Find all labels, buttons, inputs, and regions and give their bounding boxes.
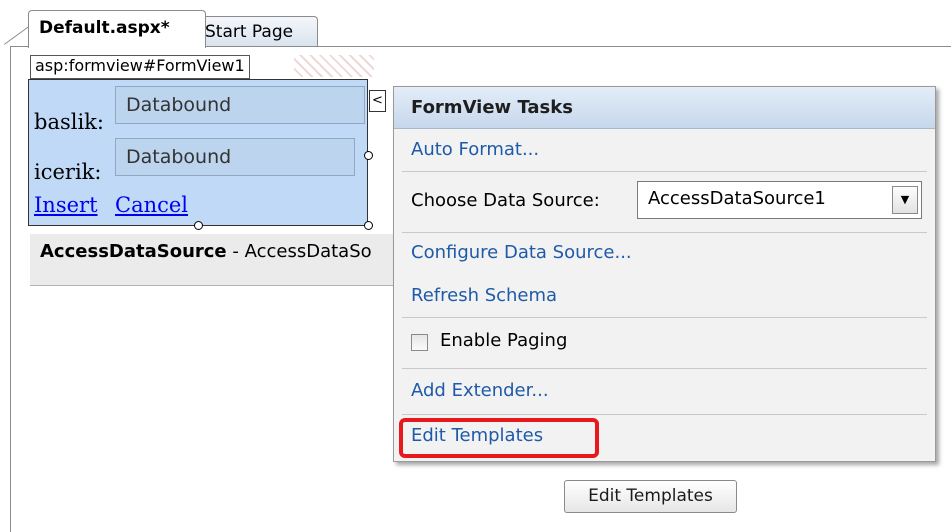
tab-default-aspx[interactable]: Default.aspx* [28,10,206,48]
databound-field-icerik: Databound [115,138,355,176]
task-separator [402,317,927,318]
tasks-panel-title: FormView Tasks [394,87,935,129]
insert-link[interactable]: Insert [34,193,98,217]
resize-handle-bottom-right[interactable] [364,221,373,230]
resize-handle-right[interactable] [364,151,373,160]
datasource-type-label: AccessDataSource [40,241,227,262]
refresh-schema-link[interactable]: Refresh Schema [411,285,557,306]
datasource-id-label: - AccessDataSo [226,241,372,262]
task-separator [402,232,927,233]
chevron-down-icon[interactable]: ▼ [892,186,918,214]
enable-paging-label: Enable Paging [440,330,568,351]
field-label-baslik: baslik: [34,110,104,134]
field-label-icerik: icerik: [34,160,102,184]
tab-start-page[interactable]: Start Page [194,16,318,46]
control-tag-label: asp:formview#FormView1 [30,55,250,79]
add-extender-link[interactable]: Add Extender... [411,380,549,401]
access-datasource-control[interactable]: AccessDataSource - AccessDataSo [30,234,420,286]
cancel-link[interactable]: Cancel [115,193,188,217]
tab-edge [4,26,31,47]
formview-tasks-panel: FormView Tasks Auto Format... Choose Dat… [393,86,936,462]
tag-hatch-decoration [294,55,374,77]
task-separator [402,171,927,172]
formview-control[interactable]: baslik: Databound icerik: Databound Inse… [28,79,368,226]
resize-handle-bottom[interactable] [194,221,203,230]
auto-format-link[interactable]: Auto Format... [411,139,539,160]
chevron-left-icon: < [372,93,383,108]
edit-templates-highlight [399,418,599,458]
data-source-dropdown[interactable]: AccessDataSource1 ▼ [637,181,922,219]
task-separator [402,414,927,415]
smart-tag-button[interactable]: < [369,90,386,112]
edit-templates-tooltip: Edit Templates [564,480,737,513]
task-separator [402,368,927,369]
configure-data-source-link[interactable]: Configure Data Source... [411,242,632,263]
enable-paging-checkbox[interactable] [411,334,428,351]
choose-data-source-label: Choose Data Source: [411,190,600,211]
document-tab-strip: Start Page Default.aspx* [0,0,951,48]
databound-field-baslik: Databound [115,86,365,124]
data-source-selected-value: AccessDataSource1 [648,188,826,209]
